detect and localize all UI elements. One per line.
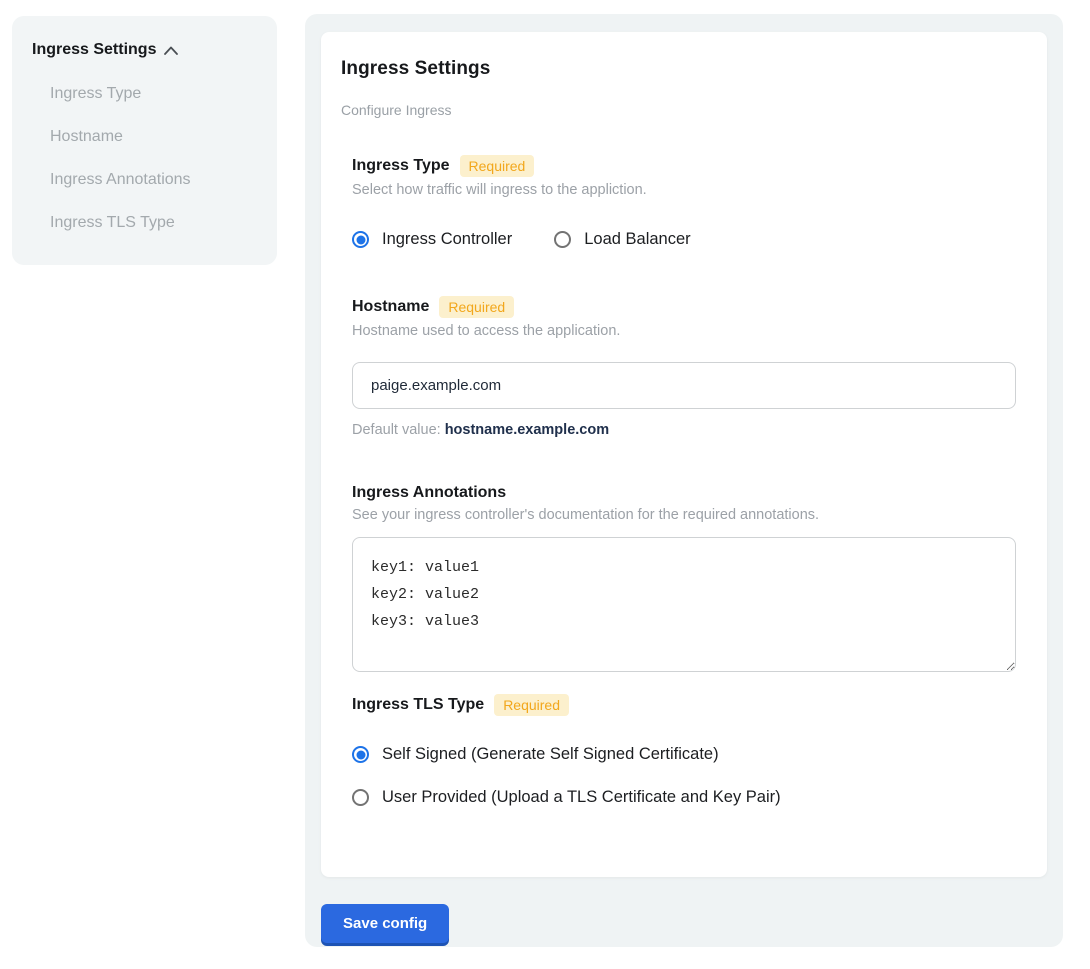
ingress-type-label: Ingress Type (352, 157, 450, 175)
settings-sidebar: Ingress Settings Ingress Type Hostname I… (12, 16, 277, 265)
radio-label: Ingress Controller (382, 230, 512, 249)
ingress-annotations-description: See your ingress controller's documentat… (352, 507, 1027, 523)
ingress-settings-card: Ingress Settings Configure Ingress Ingre… (321, 32, 1047, 877)
required-badge: Required (460, 155, 535, 177)
hostname-default-value: Default value: hostname.example.com (352, 422, 1027, 438)
radio-option-user-provided[interactable]: User Provided (Upload a TLS Certificate … (352, 788, 1027, 807)
chevron-up-icon (164, 46, 178, 55)
page-title: Ingress Settings (341, 58, 1027, 80)
ingress-annotations-textarea[interactable]: key1: value1 key2: value2 key3: value3 (352, 537, 1016, 672)
required-badge: Required (439, 296, 514, 318)
sidebar-item-hostname[interactable]: Hostname (50, 128, 257, 146)
radio-button-icon[interactable] (352, 789, 369, 806)
field-group-ingress-annotations: Ingress Annotations See your ingress con… (352, 484, 1027, 672)
default-value-prefix: Default value: (352, 422, 441, 438)
radio-label: User Provided (Upload a TLS Certificate … (382, 788, 781, 807)
save-config-button[interactable]: Save config (321, 904, 449, 943)
sidebar-section-title: Ingress Settings (32, 41, 156, 59)
field-group-hostname: Hostname Required Hostname used to acces… (352, 296, 1027, 438)
field-group-ingress-type: Ingress Type Required Select how traffic… (352, 155, 1027, 249)
radio-label: Load Balancer (584, 230, 690, 249)
sidebar-item-ingress-type[interactable]: Ingress Type (50, 85, 257, 103)
hostname-input[interactable] (352, 362, 1016, 409)
radio-option-load-balancer[interactable]: Load Balancer (554, 230, 690, 249)
ingress-annotations-label: Ingress Annotations (352, 484, 506, 502)
hostname-description: Hostname used to access the application. (352, 323, 1027, 339)
default-value-text: hostname.example.com (445, 422, 609, 438)
ingress-tls-type-label: Ingress TLS Type (352, 696, 484, 714)
radio-button-icon[interactable] (352, 746, 369, 763)
radio-button-icon[interactable] (352, 231, 369, 248)
radio-option-self-signed[interactable]: Self Signed (Generate Self Signed Certif… (352, 745, 1027, 764)
ingress-tls-type-radio-group: Self Signed (Generate Self Signed Certif… (352, 745, 1027, 807)
sidebar-item-ingress-annotations[interactable]: Ingress Annotations (50, 171, 257, 189)
sidebar-item-ingress-tls-type[interactable]: Ingress TLS Type (50, 214, 257, 232)
required-badge: Required (494, 694, 569, 716)
hostname-label: Hostname (352, 298, 429, 316)
sidebar-items: Ingress Type Hostname Ingress Annotation… (50, 85, 257, 232)
page-subtitle: Configure Ingress (341, 102, 1027, 118)
form-body: Ingress Type Required Select how traffic… (352, 155, 1027, 807)
radio-button-icon[interactable] (554, 231, 571, 248)
sidebar-section-ingress-settings[interactable]: Ingress Settings (32, 41, 257, 59)
radio-option-ingress-controller[interactable]: Ingress Controller (352, 230, 512, 249)
field-group-ingress-tls-type: Ingress TLS Type Required Self Signed (G… (352, 694, 1027, 807)
ingress-settings-panel: Ingress Settings Configure Ingress Ingre… (305, 14, 1063, 947)
ingress-type-description: Select how traffic will ingress to the a… (352, 182, 1027, 198)
radio-label: Self Signed (Generate Self Signed Certif… (382, 745, 719, 764)
ingress-type-radio-group: Ingress Controller Load Balancer (352, 230, 1027, 249)
